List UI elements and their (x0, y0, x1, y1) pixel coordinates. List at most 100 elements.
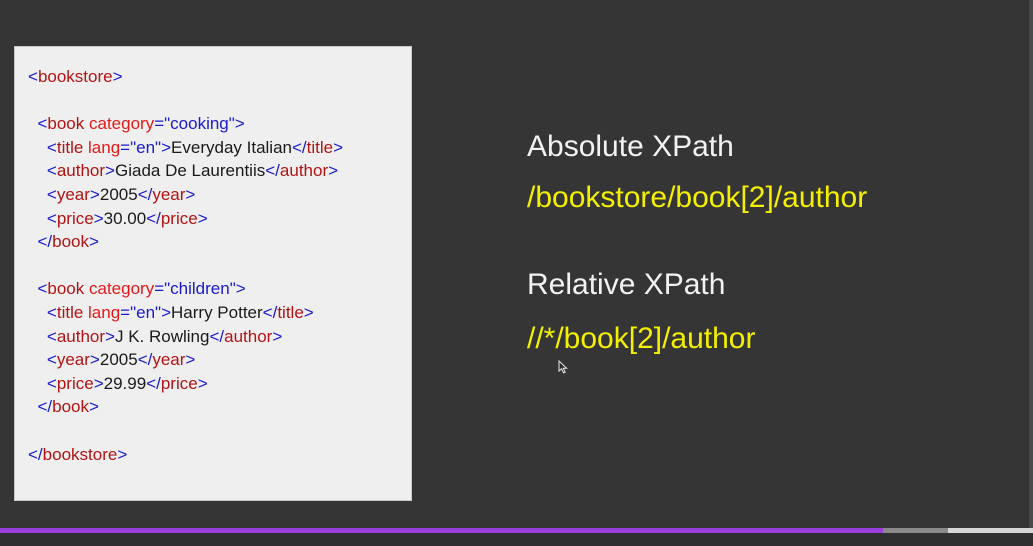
xml-token: < (37, 279, 48, 299)
xml-token: </ (28, 444, 43, 464)
xml-token: > (303, 302, 314, 322)
xml-code-line: </book> (28, 230, 411, 254)
xml-token (28, 161, 47, 180)
xml-token: < (37, 114, 48, 134)
xml-token: </ (137, 184, 153, 204)
xml-token: > (197, 373, 208, 393)
xml-token (28, 138, 47, 157)
xml-token: > (185, 184, 196, 204)
xml-token: > (93, 208, 104, 228)
xml-token: > (88, 232, 99, 252)
xml-token: title (306, 137, 334, 157)
xml-token: </ (209, 326, 225, 346)
absolute-xpath-heading: Absolute XPath (527, 130, 734, 163)
xml-token: </ (137, 350, 153, 370)
xml-token (28, 185, 47, 204)
xml-code-line (28, 254, 411, 278)
xml-token: year (56, 350, 90, 370)
xml-token: = (120, 302, 131, 322)
xml-token: > (272, 326, 283, 346)
xml-token (28, 350, 47, 369)
xml-token: "en" (130, 137, 162, 157)
xml-code-line: <price>30.00</price> (28, 207, 411, 231)
xml-token: price (56, 373, 94, 393)
slide-edge (1029, 0, 1033, 528)
xml-token: > (89, 350, 100, 370)
xml-token: Everyday Italian (171, 137, 292, 157)
xml-token: title (56, 137, 89, 157)
xml-token: 30.00 (103, 208, 147, 228)
xml-code-line: <author>Giada De Laurentiis</author> (28, 159, 411, 183)
xml-code-line: </bookstore> (28, 443, 411, 467)
xml-token: </ (262, 302, 278, 322)
xml-token (28, 327, 47, 346)
xml-token: year (152, 184, 186, 204)
xml-token: title (56, 302, 89, 322)
xml-token: > (93, 373, 104, 393)
xml-token: book (52, 397, 89, 417)
xml-token: < (46, 302, 57, 322)
xml-token: lang (88, 137, 121, 157)
xml-token: > (161, 137, 172, 157)
xml-token: > (234, 114, 245, 134)
xml-token: category (88, 279, 155, 299)
xml-token: > (185, 350, 196, 370)
xml-token: category (88, 114, 155, 134)
xml-code-line: <bookstore> (28, 65, 411, 89)
xml-token: </ (37, 397, 53, 417)
xml-token: 2005 (99, 350, 138, 370)
xml-token: </ (37, 232, 53, 252)
xml-token (28, 303, 47, 322)
xml-token: author (56, 326, 106, 346)
xml-token: author (56, 161, 106, 181)
xml-token: 2005 (99, 184, 138, 204)
mouse-pointer-icon (558, 360, 568, 374)
xml-token (28, 374, 47, 393)
xml-token: price (160, 373, 198, 393)
xml-token: > (105, 161, 115, 181)
xml-token: "en" (130, 302, 162, 322)
xml-code-line: <year>2005</year> (28, 183, 411, 207)
xml-token: bookstore (42, 444, 118, 464)
xml-token: < (46, 326, 57, 346)
xml-token: < (46, 161, 57, 181)
xml-token: Giada De Laurentiis (114, 161, 266, 181)
xml-token (28, 209, 47, 228)
xml-code-line: </book> (28, 395, 411, 419)
xml-token: "cooking" (164, 114, 235, 134)
xml-code-line: <year>2005</year> (28, 348, 411, 372)
xml-token: > (235, 279, 246, 299)
player-bottom-bar (0, 533, 1033, 546)
xml-code-panel: <bookstore> <book category="cooking"> <t… (14, 46, 412, 501)
xml-token: > (328, 161, 339, 181)
xml-token: year (152, 350, 186, 370)
xml-token: > (88, 397, 99, 417)
xml-token: < (46, 137, 57, 157)
xml-code-line: <title lang="en">Everyday Italian</title… (28, 136, 411, 160)
xml-token: </ (146, 373, 161, 393)
xml-token: = (120, 137, 131, 157)
xml-code-line (28, 419, 411, 443)
xml-token: > (105, 326, 115, 346)
xml-token: book (47, 279, 89, 299)
xml-token: > (117, 444, 128, 464)
xml-token: author (224, 326, 273, 346)
xml-token: < (46, 373, 57, 393)
xml-token: price (160, 208, 198, 228)
xml-code-line: <price>29.99</price> (28, 372, 411, 396)
xml-code-line: <author>J K. Rowling</author> (28, 325, 411, 349)
xml-token: bookstore (37, 67, 113, 86)
absolute-xpath-block: Absolute XPath /bookstore/book[2]/author (527, 130, 867, 215)
xml-token: year (56, 184, 90, 204)
relative-xpath-heading: Relative XPath (527, 268, 726, 301)
xml-token: </ (146, 208, 161, 228)
xml-token: < (46, 208, 57, 228)
xml-token: title (277, 302, 304, 322)
xml-token: book (52, 232, 89, 252)
xml-token: lang (88, 302, 121, 322)
xml-code-line (28, 89, 411, 113)
xml-code-line: <book category="children"> (28, 277, 411, 301)
xml-token: > (161, 302, 172, 322)
relative-xpath-expression: //*/book[2]/author (527, 322, 756, 355)
xml-token: > (89, 184, 100, 204)
